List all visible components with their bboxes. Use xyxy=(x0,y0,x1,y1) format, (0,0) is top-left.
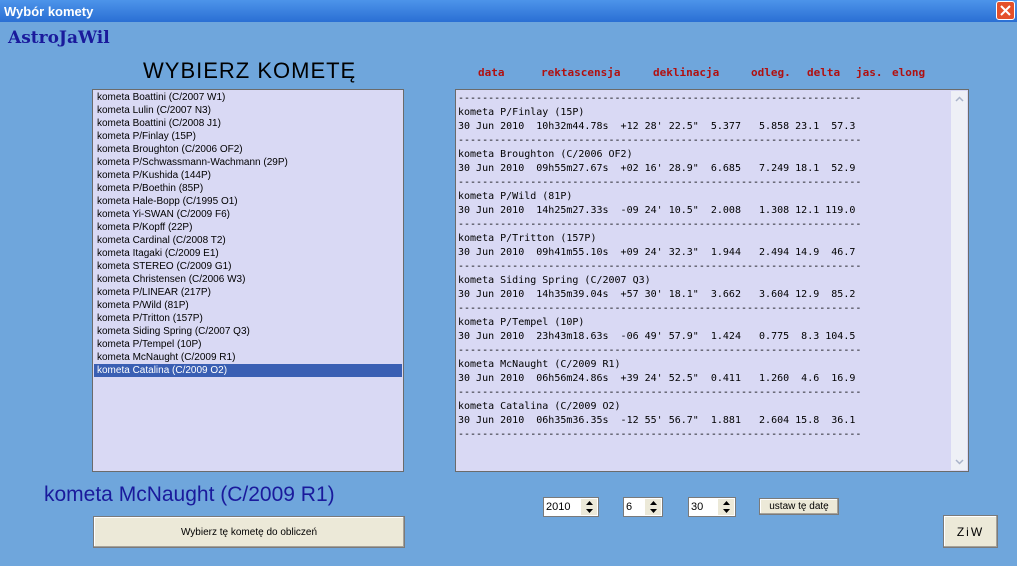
comet-list-item[interactable]: kometa Cardinal (C/2008 T2) xyxy=(94,234,402,247)
result-data-row: 30 Jun 2010 09h41m55.10s +09 24' 32.3" 1… xyxy=(458,247,856,258)
separator-line: ----------------------------------------… xyxy=(458,93,862,104)
comet-list-item[interactable]: kometa P/Boethin (85P) xyxy=(94,182,402,195)
triangle-up-icon xyxy=(649,501,657,505)
month-input[interactable] xyxy=(626,500,642,514)
comet-list-item[interactable]: kometa Broughton (C/2006 OF2) xyxy=(94,143,402,156)
result-comet-name: kometa Siding Spring (C/2007 Q3) xyxy=(458,275,651,286)
triangle-down-icon xyxy=(722,509,730,513)
day-increment-button[interactable] xyxy=(718,499,734,507)
comet-list-items: kometa Boattini (C/2007 W1) kometa Lulin … xyxy=(93,90,403,377)
year-spin-control[interactable] xyxy=(581,499,597,515)
results-textarea[interactable]: ----------------------------------------… xyxy=(455,89,969,472)
comet-list-item[interactable]: kometa P/Finlay (15P) xyxy=(94,130,402,143)
scroll-down-button[interactable] xyxy=(952,455,966,469)
result-data-row: 30 Jun 2010 06h35m36.35s -12 55' 56.7" 1… xyxy=(458,415,856,426)
column-header-date: data xyxy=(478,66,505,79)
day-spinner[interactable] xyxy=(688,497,736,517)
column-header-distance: odleg. xyxy=(751,66,791,79)
separator-line: ----------------------------------------… xyxy=(458,219,862,230)
column-headers: data rektascensja deklinacja odleg. delt… xyxy=(456,66,966,82)
triangle-down-icon xyxy=(585,509,593,513)
triangle-up-icon xyxy=(722,501,730,505)
result-comet-name: kometa P/Wild (81P) xyxy=(458,191,573,202)
comet-list-item[interactable]: kometa Christensen (C/2006 W3) xyxy=(94,273,402,286)
comet-list-item[interactable]: kometa P/Kopff (22P) xyxy=(94,221,402,234)
chevron-down-icon xyxy=(954,459,964,465)
result-data-row: 30 Jun 2010 06h56m24.86s +39 24' 52.5" 0… xyxy=(458,373,856,384)
year-decrement-button[interactable] xyxy=(581,507,597,515)
year-increment-button[interactable] xyxy=(581,499,597,507)
column-header-ra: rektascensja xyxy=(541,66,621,79)
comet-list-item[interactable]: kometa Yi-SWAN (C/2009 F6) xyxy=(94,208,402,221)
comet-list-item[interactable]: kometa Catalina (C/2009 O2) xyxy=(94,364,402,377)
set-date-button[interactable]: ustaw tę datę xyxy=(759,498,839,515)
comet-list-item[interactable]: kometa Boattini (C/2007 W1) xyxy=(94,91,402,104)
result-comet-name: kometa Catalina (C/2009 O2) xyxy=(458,401,621,412)
result-comet-name: kometa Broughton (C/2006 OF2) xyxy=(458,149,633,160)
separator-line: ----------------------------------------… xyxy=(458,387,862,398)
column-header-elongation: elong xyxy=(892,66,926,79)
column-header-delta: delta xyxy=(807,66,841,79)
month-spin-control[interactable] xyxy=(645,499,661,515)
day-spin-control[interactable] xyxy=(718,499,734,515)
app-brand: AstroJaWil xyxy=(8,28,110,48)
comet-list-item[interactable]: kometa P/Schwassmann-Wachmann (29P) xyxy=(94,156,402,169)
close-button[interactable] xyxy=(996,1,1015,20)
separator-line: ----------------------------------------… xyxy=(458,429,862,440)
result-data-row: 30 Jun 2010 23h43m18.63s -06 49' 57.9" 1… xyxy=(458,331,856,342)
results-content: ----------------------------------------… xyxy=(458,92,952,442)
result-comet-name: kometa P/Tempel (10P) xyxy=(458,317,585,328)
ziw-button[interactable]: ZiW xyxy=(943,515,998,548)
comet-list-item[interactable]: kometa Itagaki (C/2009 E1) xyxy=(94,247,402,260)
choose-comet-button[interactable]: Wybierz tę kometę do obliczeń xyxy=(93,516,405,548)
result-data-row: 30 Jun 2010 14h25m27.33s -09 24' 10.5" 2… xyxy=(458,205,856,216)
separator-line: ----------------------------------------… xyxy=(458,303,862,314)
comet-list-item[interactable]: kometa Lulin (C/2007 N3) xyxy=(94,104,402,117)
title-bar[interactable]: Wybór komety xyxy=(0,0,1017,22)
selected-comet-label: kometa McNaught (C/2009 R1) xyxy=(44,483,335,506)
year-input[interactable] xyxy=(546,500,578,514)
triangle-down-icon xyxy=(649,509,657,513)
month-decrement-button[interactable] xyxy=(645,507,661,515)
year-spinner[interactable] xyxy=(543,497,599,517)
comet-list-item[interactable]: kometa P/Tempel (10P) xyxy=(94,338,402,351)
separator-line: ----------------------------------------… xyxy=(458,345,862,356)
comet-list-item[interactable]: kometa P/LINEAR (217P) xyxy=(94,286,402,299)
chevron-up-icon xyxy=(954,96,964,102)
column-header-magnitude: jas. xyxy=(856,66,883,79)
comet-listbox[interactable]: kometa Boattini (C/2007 W1) kometa Lulin … xyxy=(92,89,404,472)
month-spinner[interactable] xyxy=(623,497,663,517)
window-title: Wybór komety xyxy=(4,4,94,19)
comet-list-item[interactable]: kometa McNaught (C/2009 R1) xyxy=(94,351,402,364)
comet-list-item[interactable]: kometa Hale-Bopp (C/1995 O1) xyxy=(94,195,402,208)
comet-list-item[interactable]: kometa Siding Spring (C/2007 Q3) xyxy=(94,325,402,338)
scroll-up-button[interactable] xyxy=(952,92,966,106)
page-heading: WYBIERZ KOMETĘ xyxy=(143,58,357,83)
result-comet-name: kometa P/Tritton (157P) xyxy=(458,233,597,244)
triangle-up-icon xyxy=(585,501,593,505)
comet-list-item[interactable]: kometa STEREO (C/2009 G1) xyxy=(94,260,402,273)
separator-line: ----------------------------------------… xyxy=(458,261,862,272)
close-icon xyxy=(1000,5,1011,16)
result-comet-name: kometa P/Finlay (15P) xyxy=(458,107,585,118)
month-increment-button[interactable] xyxy=(645,499,661,507)
day-decrement-button[interactable] xyxy=(718,507,734,515)
result-data-row: 30 Jun 2010 09h55m27.67s +02 16' 28.9" 6… xyxy=(458,163,856,174)
separator-line: ----------------------------------------… xyxy=(458,135,862,146)
result-comet-name: kometa McNaught (C/2009 R1) xyxy=(458,359,621,370)
results-scrollbar[interactable] xyxy=(951,91,967,470)
column-header-dec: deklinacja xyxy=(653,66,720,79)
day-input[interactable] xyxy=(691,500,715,514)
result-data-row: 30 Jun 2010 14h35m39.04s +57 30' 18.1" 3… xyxy=(458,289,856,300)
separator-line: ----------------------------------------… xyxy=(458,177,862,188)
comet-list-item[interactable]: kometa P/Kushida (144P) xyxy=(94,169,402,182)
comet-list-item[interactable]: kometa P/Tritton (157P) xyxy=(94,312,402,325)
result-data-row: 30 Jun 2010 10h32m44.78s +12 28' 22.5" 5… xyxy=(458,121,856,132)
comet-list-item[interactable]: kometa P/Wild (81P) xyxy=(94,299,402,312)
comet-list-item[interactable]: kometa Boattini (C/2008 J1) xyxy=(94,117,402,130)
